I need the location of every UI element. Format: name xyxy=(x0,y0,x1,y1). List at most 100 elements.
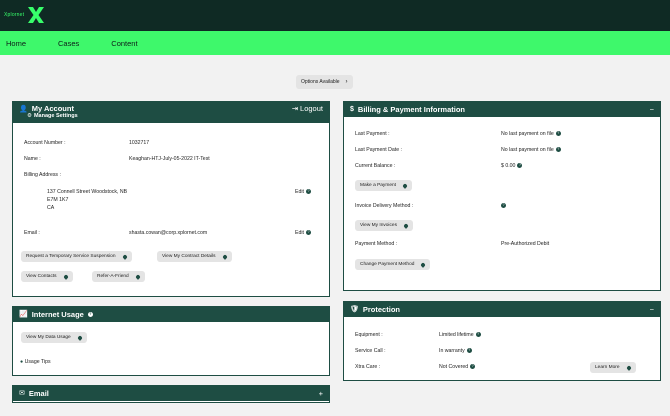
last-payment-value: No last payment on file? xyxy=(501,131,561,137)
equipment-value: Limited lifetime? xyxy=(439,332,481,338)
view-contacts-button[interactable]: View Contacts xyxy=(21,271,73,282)
request-suspension-button[interactable]: Request a Temporary Service Suspension xyxy=(21,251,132,262)
xtra-care-text: Not Covered xyxy=(439,364,469,370)
learn-more-label: Learn More xyxy=(595,365,620,370)
protection-header: 🛡 Protection − xyxy=(344,301,660,317)
view-invoices-button[interactable]: View My Invoices xyxy=(355,220,413,231)
current-balance-label: Current Balance : xyxy=(355,163,396,169)
manage-settings-label: Manage Settings xyxy=(33,113,78,119)
billing-title: Billing & Payment Information xyxy=(357,104,465,114)
email-panel-title: Email xyxy=(28,388,49,398)
help-icon: ? xyxy=(305,189,311,195)
payment-method-value: Pre-Authorized Debit xyxy=(501,241,550,247)
x-logo-icon xyxy=(28,7,45,23)
pin-icon xyxy=(134,273,141,280)
protection-panel: 🛡 Protection − Equipment : Limited lifet… xyxy=(343,301,661,381)
chevron-right-icon: › xyxy=(345,79,348,85)
name-value: Keaghan-HTJ-July-05-2022 IT-Test xyxy=(129,156,210,162)
expand-icon[interactable]: + xyxy=(319,385,323,401)
internet-usage-title: Internet Usage xyxy=(31,309,84,319)
address-line-2: E7M 1K7 xyxy=(47,197,69,203)
edit-address-link[interactable]: Edit? xyxy=(295,189,311,195)
change-payment-button[interactable]: Change Payment Method xyxy=(355,259,431,270)
main-nav: Home Cases Content xyxy=(0,31,670,55)
equipment-text: Limited lifetime xyxy=(439,332,474,338)
brand-small-text: Xplornet xyxy=(4,12,25,18)
current-balance-text: $ 0.00 xyxy=(501,163,516,169)
dollar-icon: $ xyxy=(350,105,354,113)
invoice-method-help: ? xyxy=(501,203,506,209)
protection-title: Protection xyxy=(362,304,400,314)
help-icon: ? xyxy=(466,348,472,354)
view-invoices-label: View My Invoices xyxy=(360,223,397,228)
help-icon: ? xyxy=(555,131,561,137)
help-icon: ? xyxy=(555,147,561,153)
current-balance-value: $ 0.00? xyxy=(501,163,523,169)
my-account-title: My Account xyxy=(31,104,74,113)
pin-icon xyxy=(625,364,632,371)
address-line-3: CA xyxy=(47,205,55,211)
help-icon: ? xyxy=(501,203,506,209)
billing-address-label: Billing Address : xyxy=(24,172,61,178)
pin-icon xyxy=(221,253,228,260)
pin-icon xyxy=(76,334,83,341)
change-payment-label: Change Payment Method xyxy=(360,262,415,267)
xtra-care-value: Not Covered? xyxy=(439,364,476,370)
email-header[interactable]: ✉ Email + xyxy=(13,385,329,401)
collapse-icon[interactable]: − xyxy=(650,301,654,317)
pin-icon xyxy=(402,182,408,189)
view-data-usage-label: View My Data Usage xyxy=(26,335,71,340)
pin-icon xyxy=(62,273,69,280)
billing-panel: $ Billing & Payment Information − Last P… xyxy=(343,101,661,291)
manage-settings-link[interactable]: ⚙ Manage Settings xyxy=(27,113,78,119)
view-contract-label: View My Contract Details xyxy=(162,254,216,259)
nav-home[interactable]: Home xyxy=(6,39,26,48)
service-call-value: In warranty? xyxy=(439,348,472,354)
help-icon: ? xyxy=(305,230,311,236)
internet-usage-panel: 📈 Internet Usage ? View My Data Usage ● … xyxy=(12,306,330,376)
last-payment-date-value: No last payment on file? xyxy=(501,147,561,153)
logout-link[interactable]: ⇥ Logout xyxy=(292,101,323,115)
options-available-button[interactable]: Options Available › xyxy=(296,75,353,89)
request-suspension-label: Request a Temporary Service Suspension xyxy=(26,254,116,259)
payment-method-label: Payment Method : xyxy=(355,241,398,247)
email-value: shasta.cowan@corp.xplornet.com xyxy=(129,230,208,236)
chart-icon: 📈 xyxy=(19,311,28,318)
my-account-panel: 👤 My Account ⚙ Manage Settings ⇥ Logout … xyxy=(12,101,330,297)
usage-tips-link[interactable]: ● Usage Tips xyxy=(20,359,51,365)
user-icon: 👤 xyxy=(19,105,28,113)
edit-email-link[interactable]: Edit? xyxy=(295,230,311,236)
make-payment-label: Make a Payment xyxy=(360,183,396,188)
options-label: Options Available xyxy=(301,79,340,85)
logout-label: Logout xyxy=(300,103,323,113)
view-contacts-label: View Contacts xyxy=(26,274,57,279)
envelope-icon: ✉ xyxy=(19,390,25,397)
billing-header: $ Billing & Payment Information − xyxy=(344,101,660,117)
last-payment-date-text: No last payment on file xyxy=(501,147,554,153)
edit-email-label: Edit xyxy=(295,230,304,236)
pin-icon xyxy=(403,222,409,229)
help-icon: ? xyxy=(470,364,476,370)
view-data-usage-button[interactable]: View My Data Usage xyxy=(21,332,87,343)
nav-cases[interactable]: Cases xyxy=(58,39,79,48)
invoice-method-label: Invoice Delivery Method : xyxy=(355,203,414,209)
refer-a-friend-label: Refer-A-Friend xyxy=(97,274,129,279)
help-icon: ? xyxy=(475,332,481,338)
collapse-icon[interactable]: − xyxy=(650,101,654,117)
name-label: Name : xyxy=(24,156,41,162)
service-call-label: Service Call : xyxy=(355,348,386,354)
address-line-1: 137 Connell Street Woodstock, NB xyxy=(47,189,128,195)
nav-content[interactable]: Content xyxy=(111,39,137,48)
refer-a-friend-button[interactable]: Refer-A-Friend xyxy=(92,271,145,282)
top-bar: Xplornet xyxy=(0,0,670,31)
xtra-care-label: Xtra Care : xyxy=(355,364,381,370)
learn-more-button[interactable]: Learn More xyxy=(590,362,636,373)
pin-icon xyxy=(121,253,128,260)
logout-icon: ⇥ xyxy=(291,103,299,113)
help-icon: ? xyxy=(517,163,523,169)
make-payment-button[interactable]: Make a Payment xyxy=(355,180,412,191)
last-payment-date-label: Last Payment Date : xyxy=(355,147,402,153)
view-contract-button[interactable]: View My Contract Details xyxy=(157,251,232,262)
brand-logo[interactable]: Xplornet xyxy=(4,3,46,27)
pin-icon xyxy=(420,261,427,268)
